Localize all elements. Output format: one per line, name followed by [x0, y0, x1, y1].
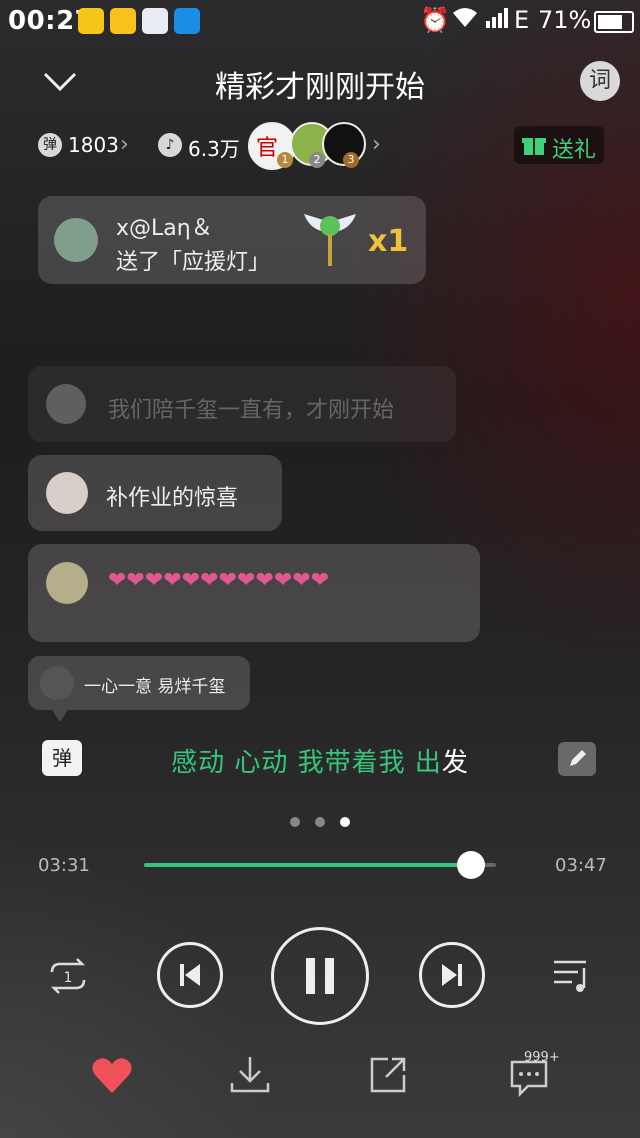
- alarm-icon: ⏰: [420, 6, 450, 34]
- song-title: 精彩才刚刚开始: [215, 70, 425, 105]
- status-bar: 00:27 ⏰ E 71%: [0, 0, 640, 44]
- duration-time: 03:47: [555, 855, 607, 876]
- gift-count: x1: [368, 224, 409, 259]
- rank-badge: 3: [343, 152, 359, 168]
- pause-button[interactable]: [271, 927, 369, 1025]
- music-note-icon: ♪: [158, 133, 182, 157]
- gift-button-label: 送礼: [552, 138, 597, 163]
- gift-user-name: x@Laη＆: [116, 216, 213, 241]
- rank-badge: 1: [277, 152, 293, 168]
- wifi-icon: [452, 6, 478, 34]
- game-icon: [110, 8, 136, 34]
- chevron-right-icon[interactable]: ›: [372, 132, 381, 157]
- heart-icon[interactable]: [90, 1053, 134, 1097]
- avatar: [40, 666, 74, 700]
- previous-button[interactable]: [157, 942, 223, 1008]
- progress-fill: [144, 863, 472, 867]
- battery-icon: [594, 11, 634, 33]
- svg-text:1: 1: [64, 970, 73, 986]
- avatar: [54, 218, 98, 262]
- edit-danmaku-button[interactable]: [558, 742, 596, 776]
- comment-text: 一心一意 易烊千玺: [84, 677, 226, 697]
- baidu-icon: [142, 8, 168, 34]
- page-dot-active[interactable]: [340, 817, 350, 827]
- listeners-count[interactable]: 6.3万: [188, 133, 240, 162]
- chevron-right-icon: ›: [120, 132, 129, 157]
- progress-track[interactable]: [144, 851, 496, 879]
- danmaku-count[interactable]: 1803: [68, 133, 119, 157]
- avatar: [46, 562, 88, 604]
- repeat-one-icon[interactable]: 1: [44, 952, 92, 1000]
- bubble-tail: [52, 710, 68, 722]
- battery-percent: 71%: [538, 6, 592, 34]
- screenshot-icon: [174, 8, 200, 34]
- comments-count-badge: 999+: [524, 1050, 560, 1065]
- page-dot[interactable]: [315, 817, 325, 827]
- page-dot[interactable]: [290, 817, 300, 827]
- lyrics-button[interactable]: 词: [580, 61, 620, 101]
- elapsed-time: 03:31: [38, 855, 90, 876]
- gift-icon: [522, 133, 546, 157]
- support-light-icon: [300, 208, 360, 270]
- next-button[interactable]: [419, 942, 485, 1008]
- gift-description: 送了「应援灯」: [116, 250, 271, 275]
- avatar: [46, 384, 86, 424]
- lyric-sung: 感动 心动 我带着我 出: [171, 748, 442, 778]
- rank-badge: 2: [309, 152, 325, 168]
- download-icon[interactable]: [228, 1053, 272, 1097]
- current-lyric: 感动 心动 我带着我 出发: [0, 742, 640, 779]
- network-type: E: [514, 6, 530, 34]
- danmaku-badge-icon: 弹: [38, 133, 62, 157]
- signal-icon: [486, 6, 512, 34]
- progress-thumb[interactable]: [457, 851, 486, 879]
- avatar: [46, 472, 88, 514]
- comment-text: 我们陪千玺一直有，才刚开始: [108, 398, 395, 423]
- share-icon[interactable]: [366, 1053, 410, 1097]
- lyric-unsung: 发: [441, 748, 469, 778]
- comment-text: 补作业的惊喜: [106, 486, 239, 511]
- comment-text: ❤❤❤❤❤❤❤❤❤❤❤❤: [108, 568, 330, 593]
- qq-music-icon: [78, 8, 104, 34]
- playlist-icon[interactable]: [548, 952, 596, 1000]
